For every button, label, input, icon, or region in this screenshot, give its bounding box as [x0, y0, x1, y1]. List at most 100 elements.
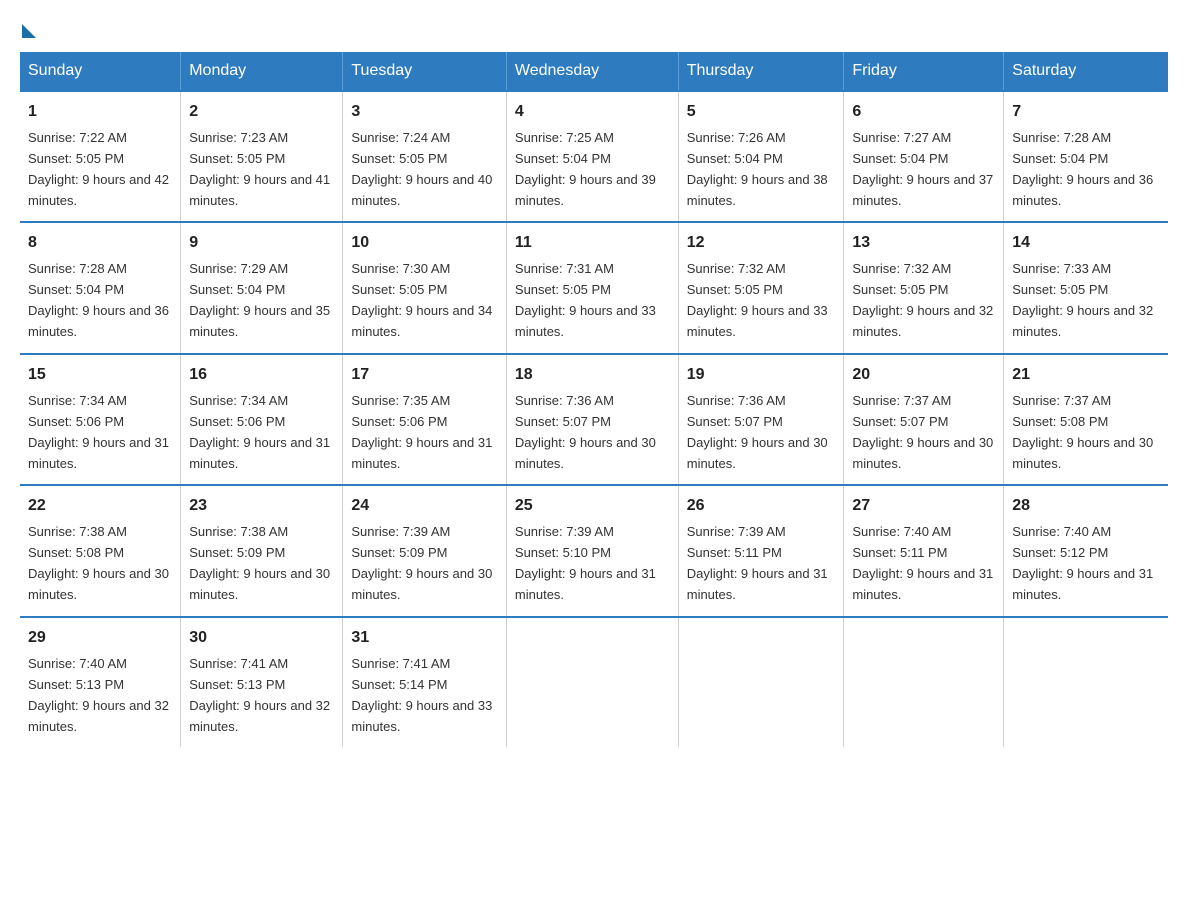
daylight-info: Daylight: 9 hours and 31 minutes.	[515, 566, 656, 602]
sunrise-info: Sunrise: 7:37 AM	[852, 393, 951, 408]
sunrise-info: Sunrise: 7:25 AM	[515, 130, 614, 145]
sunset-info: Sunset: 5:05 PM	[1012, 282, 1108, 297]
sunset-info: Sunset: 5:05 PM	[351, 151, 447, 166]
day-number: 16	[189, 363, 334, 388]
sunrise-info: Sunrise: 7:35 AM	[351, 393, 450, 408]
sunrise-info: Sunrise: 7:38 AM	[189, 524, 288, 539]
calendar-cell: 3 Sunrise: 7:24 AM Sunset: 5:05 PM Daylight…	[343, 91, 507, 222]
daylight-info: Daylight: 9 hours and 30 minutes.	[189, 566, 330, 602]
calendar-cell: 27Sunrise: 7:40 AMSunset: 5:11 PMDayligh…	[844, 485, 1004, 616]
logo-arrow-icon	[22, 24, 36, 38]
sunrise-info: Sunrise: 7:40 AM	[1012, 524, 1111, 539]
daylight-info: Daylight: 9 hours and 39 minutes.	[515, 172, 656, 208]
day-number: 6	[852, 100, 995, 125]
calendar-week-5: 29Sunrise: 7:40 AMSunset: 5:13 PMDayligh…	[20, 617, 1168, 747]
day-number: 25	[515, 494, 670, 519]
calendar-cell: 13Sunrise: 7:32 AMSunset: 5:05 PMDayligh…	[844, 222, 1004, 353]
calendar-cell: 8Sunrise: 7:28 AMSunset: 5:04 PMDaylight…	[20, 222, 181, 353]
calendar-week-3: 15Sunrise: 7:34 AMSunset: 5:06 PMDayligh…	[20, 354, 1168, 485]
sunrise-info: Sunrise: 7:39 AM	[515, 524, 614, 539]
daylight-info: Daylight: 9 hours and 32 minutes.	[852, 303, 993, 339]
day-number: 14	[1012, 231, 1160, 256]
calendar-cell: 19Sunrise: 7:36 AMSunset: 5:07 PMDayligh…	[678, 354, 844, 485]
day-number: 9	[189, 231, 334, 256]
daylight-info: Daylight: 9 hours and 35 minutes.	[189, 303, 330, 339]
calendar-cell: 31Sunrise: 7:41 AMSunset: 5:14 PMDayligh…	[343, 617, 507, 747]
sunset-info: Sunset: 5:08 PM	[28, 545, 124, 560]
calendar-cell: 11Sunrise: 7:31 AMSunset: 5:05 PMDayligh…	[506, 222, 678, 353]
sunset-info: Sunset: 5:05 PM	[852, 282, 948, 297]
day-number: 29	[28, 626, 172, 651]
daylight-info: Daylight: 9 hours and 41 minutes.	[189, 172, 330, 208]
daylight-info: Daylight: 9 hours and 42 minutes.	[28, 172, 169, 208]
day-number: 7	[1012, 100, 1160, 125]
calendar-cell: 9 Sunrise: 7:29 AM Sunset: 5:04 PM Daylight…	[181, 222, 343, 353]
calendar-cell: 23Sunrise: 7:38 AMSunset: 5:09 PMDayligh…	[181, 485, 343, 616]
day-number: 10	[351, 231, 498, 256]
sunset-info: Sunset: 5:12 PM	[1012, 545, 1108, 560]
logo	[20, 20, 36, 34]
day-number: 28	[1012, 494, 1160, 519]
day-number: 21	[1012, 363, 1160, 388]
sunset-info: Sunset: 5:04 PM	[687, 151, 783, 166]
calendar-cell: 29Sunrise: 7:40 AMSunset: 5:13 PMDayligh…	[20, 617, 181, 747]
sunset-info: Sunset: 5:06 PM	[351, 414, 447, 429]
daylight-info: Daylight: 9 hours and 32 minutes.	[1012, 303, 1153, 339]
sunset-info: Sunset: 5:13 PM	[189, 677, 285, 692]
calendar-cell: 21Sunrise: 7:37 AMSunset: 5:08 PMDayligh…	[1004, 354, 1168, 485]
calendar-cell: 24Sunrise: 7:39 AMSunset: 5:09 PMDayligh…	[343, 485, 507, 616]
calendar-week-4: 22 Sunrise: 7:38 AM Sunset: 5:08 PM Dayligh…	[20, 485, 1168, 616]
daylight-info: Daylight: 9 hours and 33 minutes.	[515, 303, 656, 339]
sunrise-info: Sunrise: 7:34 AM	[28, 393, 127, 408]
calendar-cell: 30Sunrise: 7:41 AMSunset: 5:13 PMDayligh…	[181, 617, 343, 747]
sunset-info: Sunset: 5:06 PM	[28, 414, 124, 429]
daylight-info: Daylight: 9 hours and 33 minutes.	[687, 303, 828, 339]
calendar-cell: 6Sunrise: 7:27 AMSunset: 5:04 PMDaylight…	[844, 91, 1004, 222]
sunset-info: Sunset: 5:05 PM	[515, 282, 611, 297]
sunrise-info: Sunrise: 7:29 AM	[189, 261, 288, 276]
calendar-cell: 14 Sunrise: 7:33 AM Sunset: 5:05 PM Dayligh…	[1004, 222, 1168, 353]
calendar-cell: 20Sunrise: 7:37 AMSunset: 5:07 PMDayligh…	[844, 354, 1004, 485]
sunrise-info: Sunrise: 7:40 AM	[852, 524, 951, 539]
day-number: 24	[351, 494, 498, 519]
calendar-header: SundayMondayTuesdayWednesdayThursdayFrid…	[20, 52, 1168, 91]
calendar-table: SundayMondayTuesdayWednesdayThursdayFrid…	[20, 52, 1168, 747]
sunset-info: Sunset: 5:09 PM	[189, 545, 285, 560]
sunrise-info: Sunrise: 7:24 AM	[351, 130, 450, 145]
day-number: 20	[852, 363, 995, 388]
sunset-info: Sunset: 5:10 PM	[515, 545, 611, 560]
sunset-info: Sunset: 5:09 PM	[351, 545, 447, 560]
calendar-cell: 22Sunrise: 7:38 AMSunset: 5:08 PMDayligh…	[20, 485, 181, 616]
calendar-body: 1Sunrise: 7:22 AMSunset: 5:05 PMDaylight…	[20, 91, 1168, 747]
sunrise-info: Sunrise: 7:39 AM	[687, 524, 786, 539]
calendar-cell: 12Sunrise: 7:32 AMSunset: 5:05 PMDayligh…	[678, 222, 844, 353]
calendar-cell: 26Sunrise: 7:39 AMSunset: 5:11 PMDayligh…	[678, 485, 844, 616]
day-number: 12	[687, 231, 836, 256]
day-number: 1	[28, 100, 172, 125]
day-number: 8	[28, 231, 172, 256]
sunrise-info: Sunrise: 7:33 AM	[1012, 261, 1111, 276]
sunrise-info: Sunrise: 7:23 AM	[189, 130, 288, 145]
daylight-info: Daylight: 9 hours and 33 minutes.	[351, 698, 492, 734]
calendar-cell	[506, 617, 678, 747]
sunset-info: Sunset: 5:07 PM	[687, 414, 783, 429]
calendar-cell: 7Sunrise: 7:28 AMSunset: 5:04 PMDaylight…	[1004, 91, 1168, 222]
calendar-cell: 10Sunrise: 7:30 AMSunset: 5:05 PMDayligh…	[343, 222, 507, 353]
daylight-info: Daylight: 9 hours and 32 minutes.	[28, 698, 169, 734]
sunrise-info: Sunrise: 7:39 AM	[351, 524, 450, 539]
daylight-info: Daylight: 9 hours and 31 minutes.	[189, 435, 330, 471]
sunset-info: Sunset: 5:04 PM	[189, 282, 285, 297]
day-number: 3	[351, 100, 498, 125]
sunrise-info: Sunrise: 7:31 AM	[515, 261, 614, 276]
daylight-info: Daylight: 9 hours and 40 minutes.	[351, 172, 492, 208]
calendar-cell: 28Sunrise: 7:40 AMSunset: 5:12 PMDayligh…	[1004, 485, 1168, 616]
sunset-info: Sunset: 5:08 PM	[1012, 414, 1108, 429]
daylight-info: Daylight: 9 hours and 31 minutes.	[852, 566, 993, 602]
daylight-info: Daylight: 9 hours and 31 minutes.	[28, 435, 169, 471]
calendar-cell	[678, 617, 844, 747]
sunset-info: Sunset: 5:05 PM	[28, 151, 124, 166]
day-number: 22	[28, 494, 172, 519]
sunset-info: Sunset: 5:05 PM	[687, 282, 783, 297]
sunrise-info: Sunrise: 7:38 AM	[28, 524, 127, 539]
sunrise-info: Sunrise: 7:28 AM	[1012, 130, 1111, 145]
